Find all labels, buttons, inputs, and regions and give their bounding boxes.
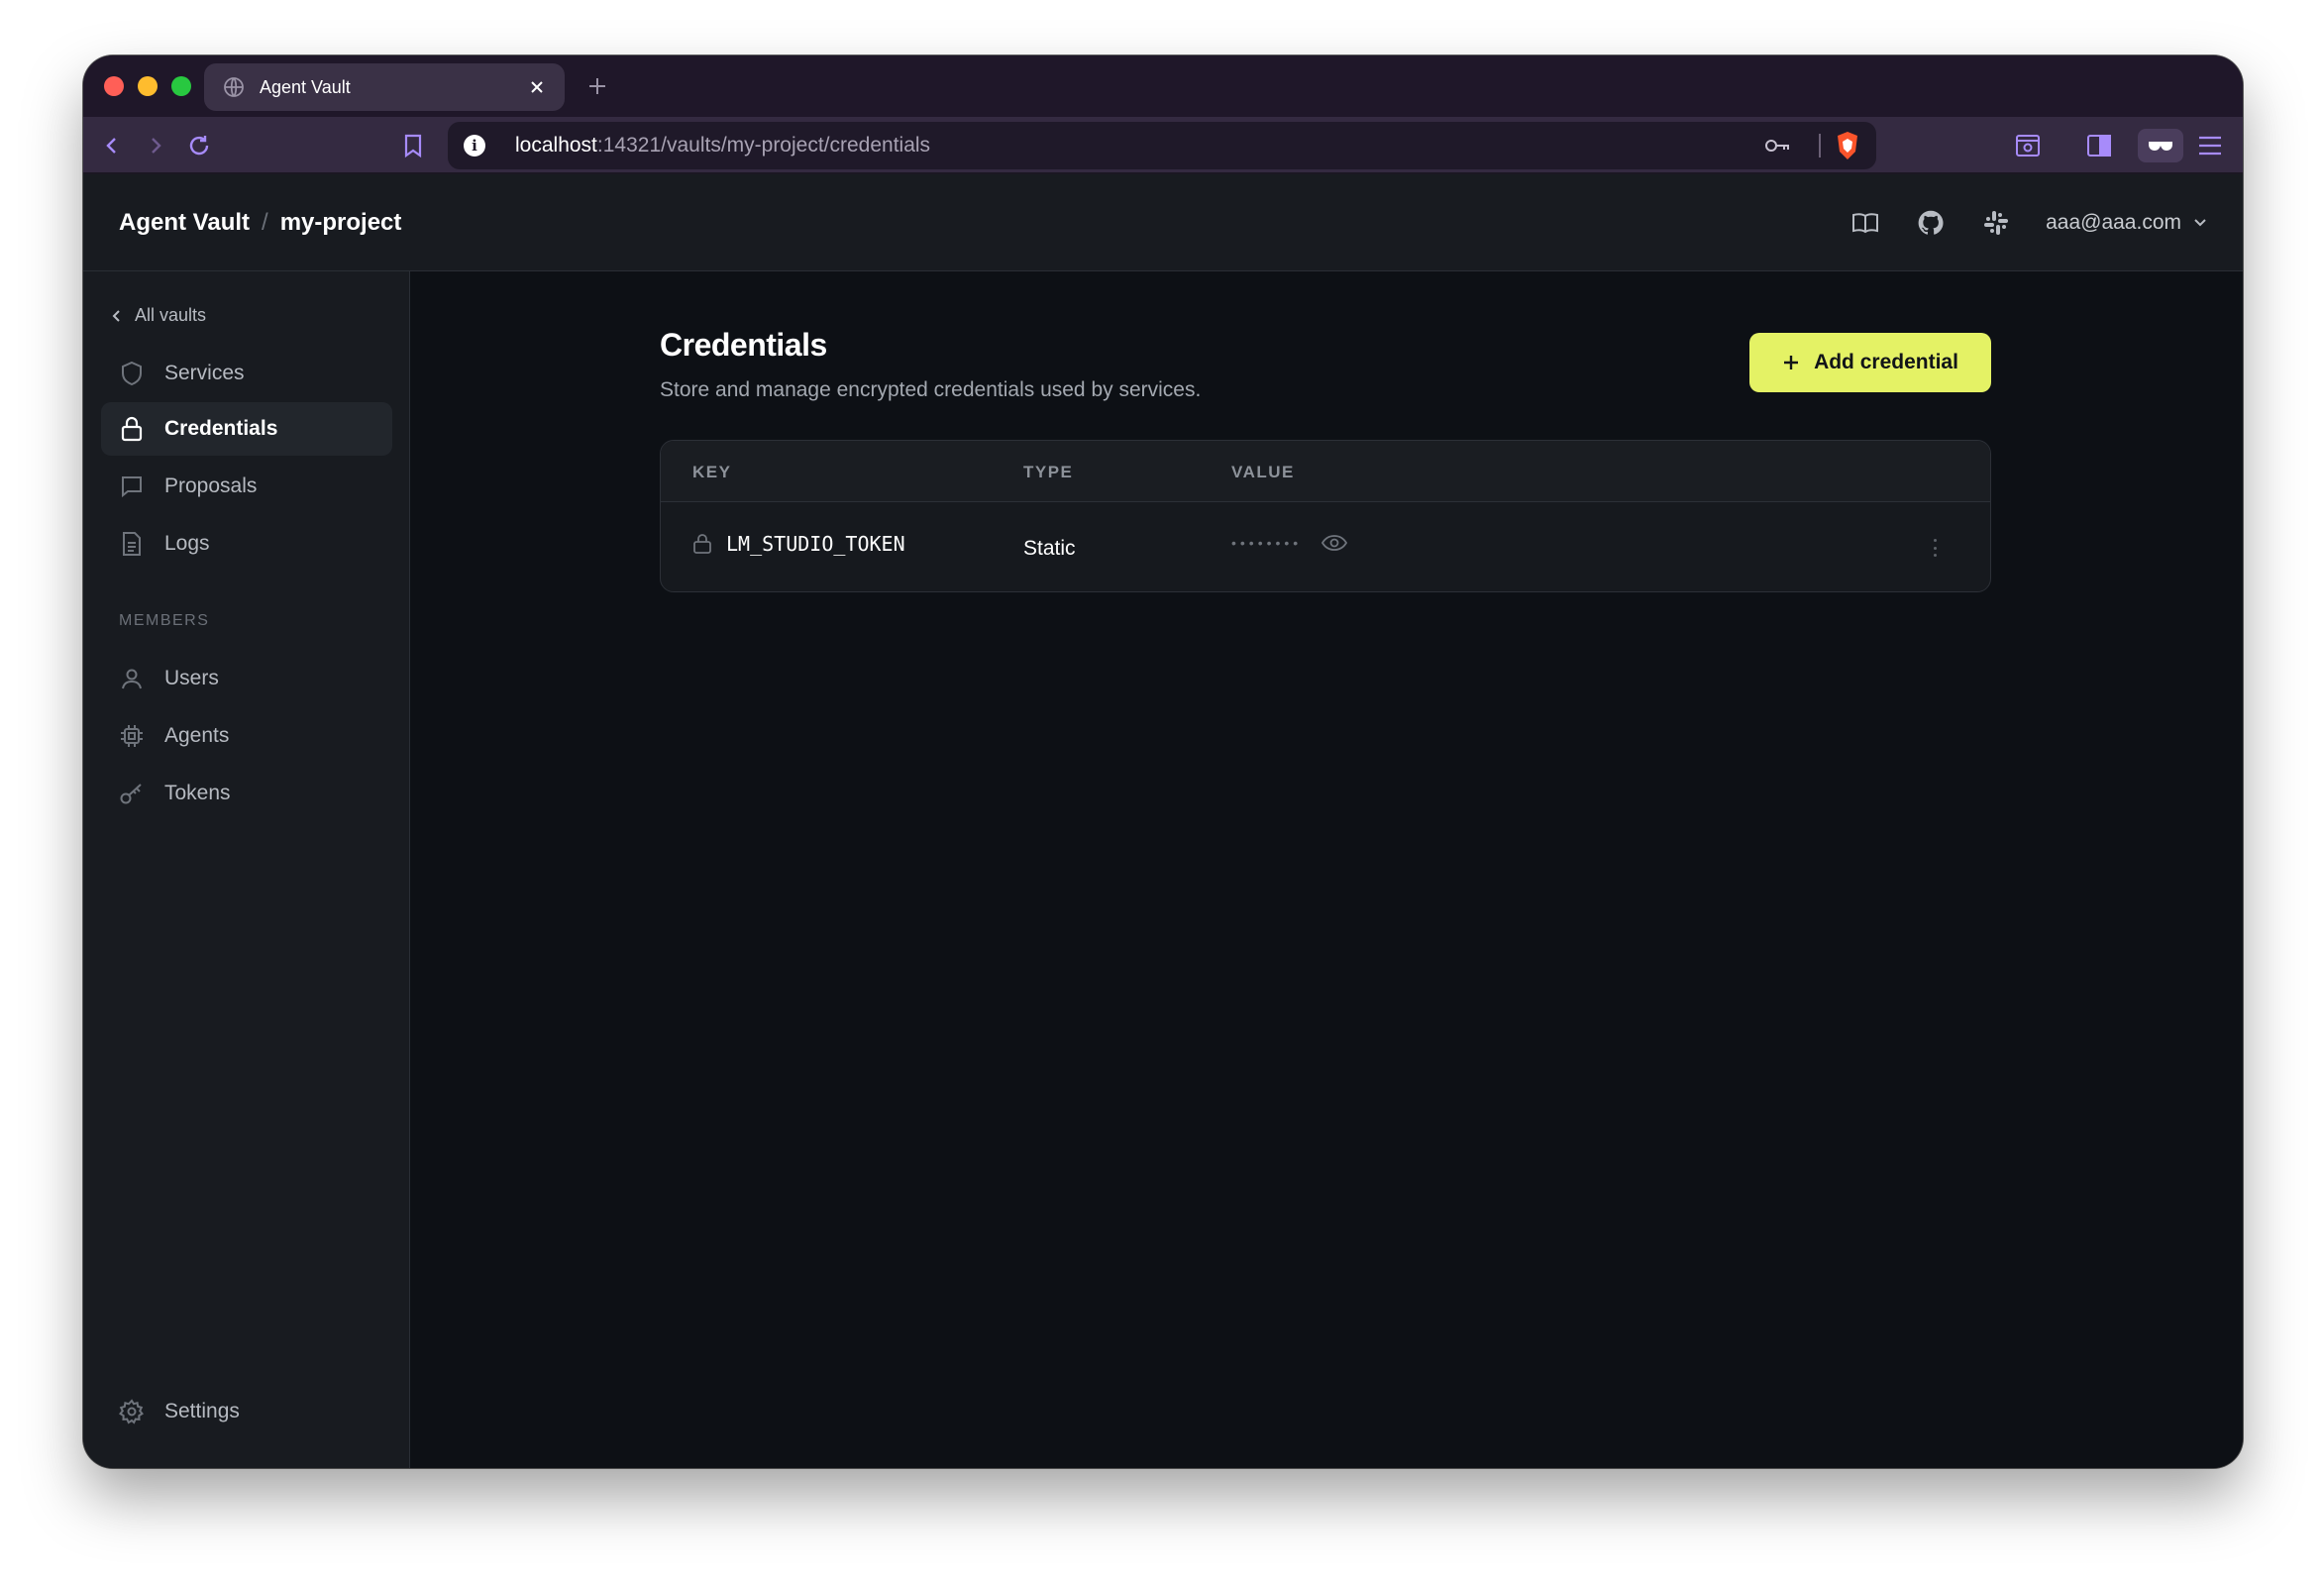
close-window-button[interactable] [104,76,124,96]
lock-icon [693,534,711,554]
credential-key: LM_STUDIO_TOKEN [726,532,905,556]
sidebar-item-label: Logs [164,532,210,555]
eye-icon[interactable] [1321,534,1348,552]
breadcrumb-project[interactable]: my-project [280,209,402,237]
page-subtitle: Store and manage encrypted credentials u… [660,378,1202,401]
breadcrumb-separator: / [262,208,268,236]
row-actions-menu-icon[interactable] [1929,534,1941,562]
browser-tab[interactable]: Agent Vault [204,63,565,111]
table-header: KEY TYPE VALUE [661,441,1990,502]
credential-key-cell: LM_STUDIO_TOKEN [692,532,905,556]
brave-shield-icon[interactable] [1835,131,1860,160]
column-header-key: KEY [692,463,732,481]
sidebar-item-tokens[interactable]: Tokens [101,767,392,820]
gear-icon [119,1399,145,1424]
sidebar-item-label: Settings [164,1400,240,1422]
add-credential-label: Add credential [1814,351,1958,373]
slack-icon[interactable] [1980,207,2012,239]
add-credential-button[interactable]: Add credential [1749,333,1991,392]
user-menu[interactable]: aaa@aaa.com [2046,211,2207,235]
breadcrumb: Agent Vault / my-project [119,209,401,237]
toolbar-divider [1819,134,1821,158]
menu-icon[interactable] [2193,129,2227,162]
browser-toolbar: i localhost:14321/vaults/my-project/cred… [83,117,2243,174]
back-icon[interactable] [95,129,129,162]
reload-icon[interactable] [182,129,216,162]
new-tab-icon[interactable] [584,73,610,99]
all-vaults-label: All vaults [135,305,207,325]
sidebar-item-label: Tokens [164,782,231,804]
user-icon [119,666,145,691]
url-path: :14321/vaults/my-project/credentials [596,134,931,157]
sidebar-item-logs[interactable]: Logs [101,517,392,571]
screenshot-icon[interactable] [2011,129,2045,162]
breadcrumb-app-name[interactable]: Agent Vault [119,209,250,237]
sidebar-item-label: Services [164,362,245,384]
chevron-left-icon [112,309,120,322]
sidebar: All vaults Services Credentials Proposal… [83,271,410,1468]
chat-icon [119,473,145,499]
sidebar-item-label: Agents [164,724,230,747]
user-email: aaa@aaa.com [2046,211,2181,234]
sidebar-item-services[interactable]: Services [101,347,392,400]
sidebar-toggle-icon[interactable] [2082,129,2116,162]
sidebar-item-settings[interactable]: Settings [101,1385,392,1438]
shield-icon [119,361,145,386]
credentials-table: KEY TYPE VALUE LM_STUDIO_TOKEN Static ••… [660,440,1991,592]
tab-title: Agent Vault [260,76,351,97]
browser-window: Agent Vault i localhost:14321/vaults/my-… [83,55,2243,1468]
sidebar-item-proposals[interactable]: Proposals [101,460,392,513]
address-bar[interactable]: i localhost:14321/vaults/my-project/cred… [448,122,1876,169]
url-host: localhost [515,134,597,157]
sidebar-item-credentials[interactable]: Credentials [101,402,392,456]
book-icon[interactable] [1849,207,1881,239]
table-row[interactable]: LM_STUDIO_TOKEN Static •••••••• [661,502,1990,591]
password-key-icon[interactable] [1763,134,1791,158]
sidebar-item-label: Credentials [164,417,278,440]
header-actions: aaa@aaa.com [1816,174,2207,271]
document-icon [119,531,145,557]
chip-icon [119,723,145,749]
sidebar-item-users[interactable]: Users [101,652,392,705]
plus-icon [1784,356,1799,369]
members-section-label: MEMBERS [119,612,210,629]
site-info-icon[interactable]: i [464,135,485,157]
github-icon[interactable] [1915,207,1947,239]
credential-value-cell: •••••••• [1231,534,1348,552]
private-mode-icon[interactable] [2138,129,2183,162]
minimize-window-button[interactable] [138,76,158,96]
main-content: Credentials Store and manage encrypted c… [410,271,2243,1468]
column-header-type: TYPE [1023,463,1074,481]
credential-value-masked: •••••••• [1231,535,1303,551]
bookmark-icon[interactable] [396,129,430,162]
chevron-down-icon [2194,219,2206,227]
maximize-window-button[interactable] [171,76,191,96]
browser-tab-bar: Agent Vault [83,55,2243,117]
app-header: Agent Vault / my-project aaa@aaa.com [83,174,2243,271]
forward-icon[interactable] [139,129,172,162]
column-header-value: VALUE [1231,463,1295,481]
sidebar-item-label: Users [164,667,219,689]
close-tab-icon[interactable] [527,77,547,97]
sidebar-item-label: Proposals [164,474,258,497]
all-vaults-link[interactable]: All vaults [111,305,206,326]
credential-type: Static [1023,537,1076,560]
globe-icon [224,77,244,97]
page-title: Credentials [660,327,827,363]
sidebar-item-agents[interactable]: Agents [101,709,392,763]
key-icon [119,781,145,806]
lock-icon [119,416,145,442]
